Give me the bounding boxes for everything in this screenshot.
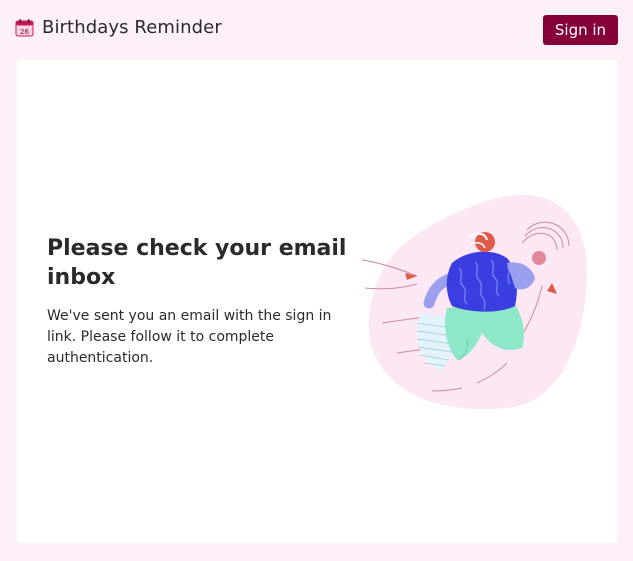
sign-in-button[interactable]: Sign in (543, 15, 618, 45)
runner-hand (532, 251, 546, 265)
running-person-illustration (357, 188, 597, 418)
top-bar: 26 Birthdays Reminder Sign in (0, 0, 633, 58)
calendar-day-number: 26 (20, 28, 29, 36)
brand[interactable]: 26 Birthdays Reminder (15, 17, 222, 38)
app-title: Birthdays Reminder (42, 17, 222, 38)
page-heading: Please check your email inbox (47, 236, 347, 290)
calendar-icon: 26 (15, 18, 34, 37)
confirmation-message: We've sent you an email with the sign in… (47, 308, 332, 366)
runner-shirt (446, 251, 517, 312)
content-card: Please check your email inbox We've sent… (17, 60, 617, 543)
